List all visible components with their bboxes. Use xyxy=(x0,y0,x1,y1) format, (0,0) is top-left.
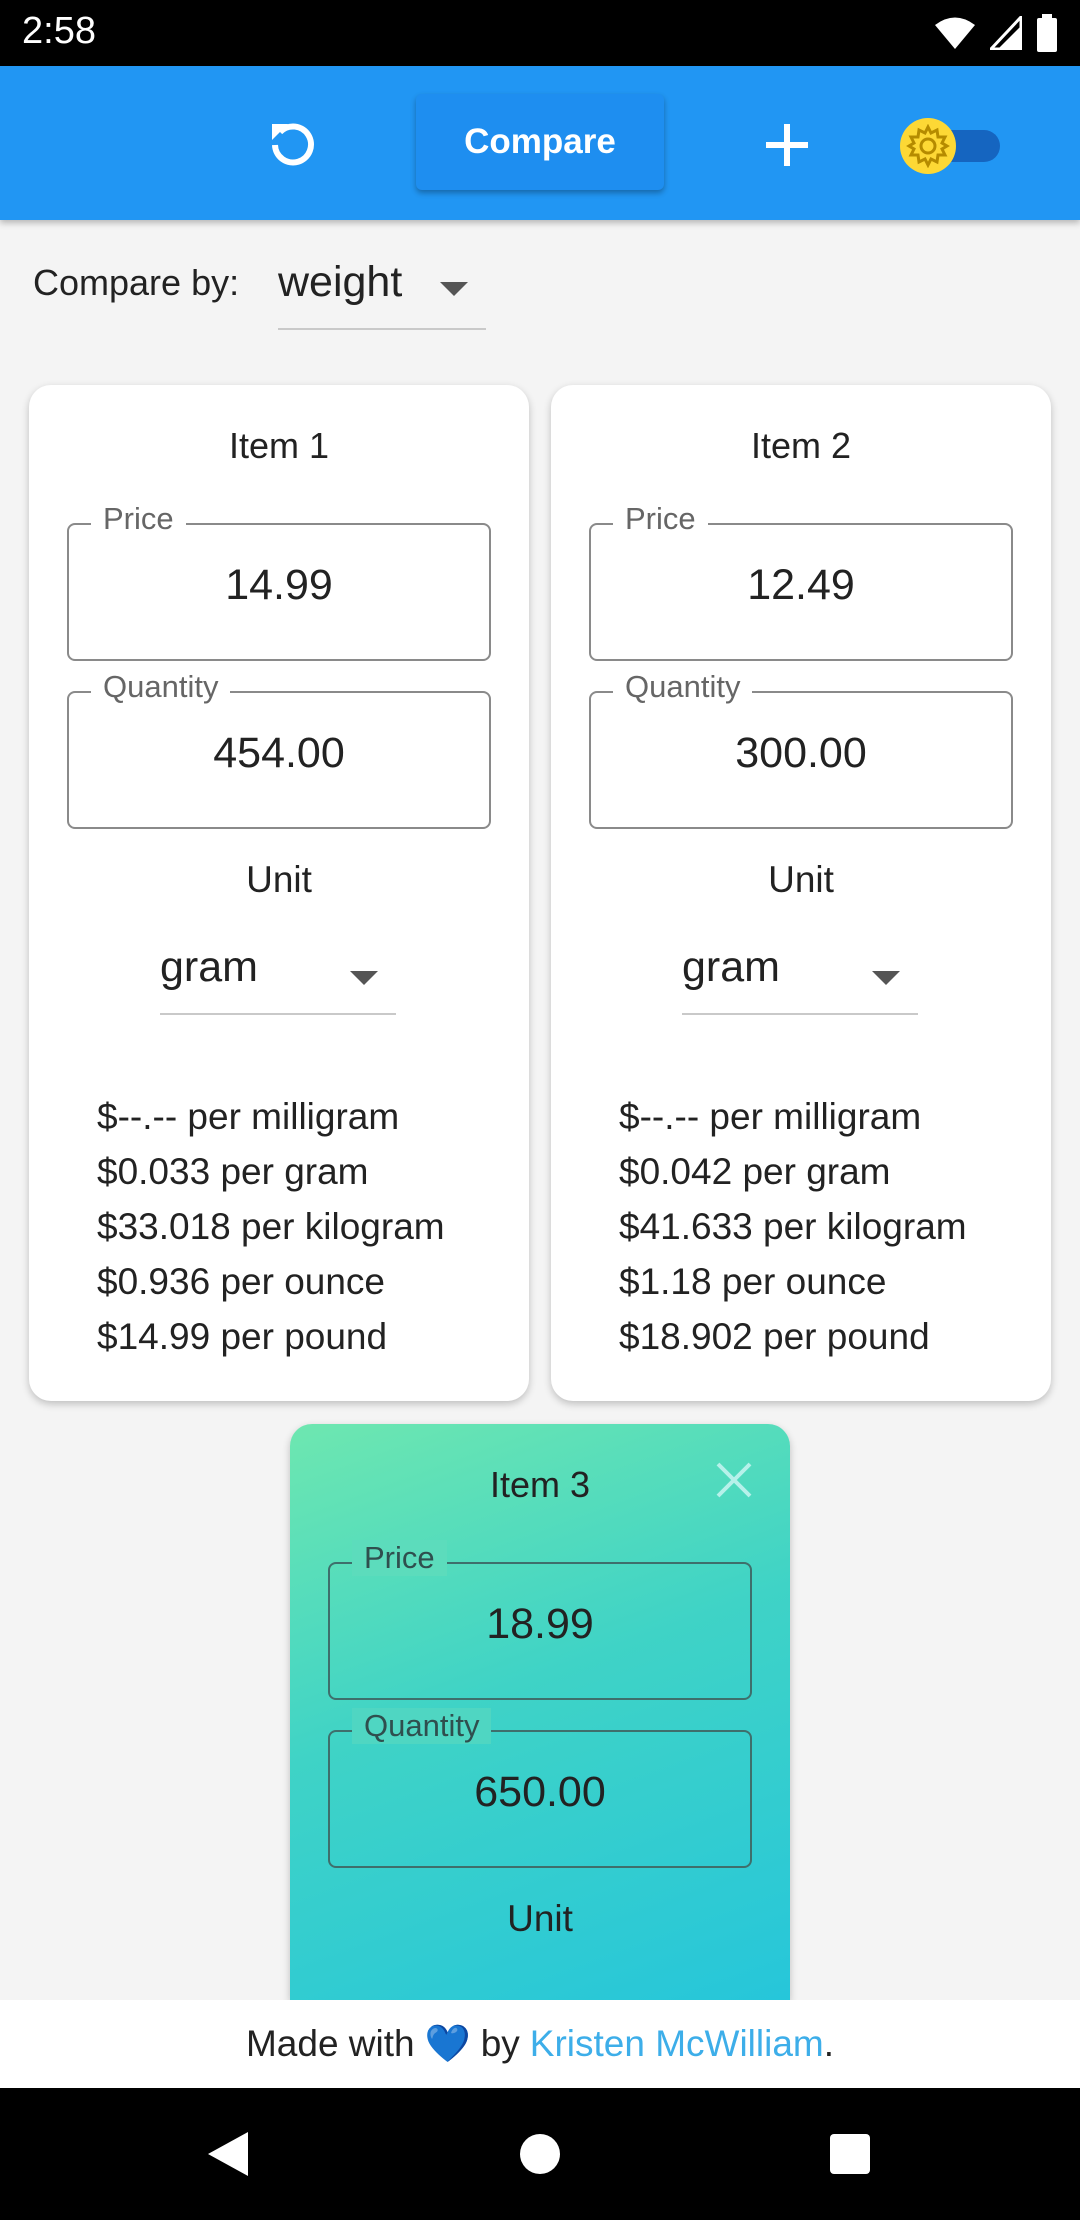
quantity-label: Quantity xyxy=(352,1708,492,1744)
add-item-button[interactable] xyxy=(752,110,822,180)
price-per-ounce: $1.18 per ounce xyxy=(619,1261,887,1302)
price-per-pound: $18.902 per pound xyxy=(619,1316,930,1357)
price-per-ounce: $0.936 per ounce xyxy=(97,1261,386,1302)
price-label: Price xyxy=(352,1540,447,1576)
price-per-kilogram: $41.633 per kilogram xyxy=(619,1206,967,1247)
quantity-label: Quantity xyxy=(91,669,231,705)
price-value: 18.99 xyxy=(486,1600,594,1648)
app-bar: Compare xyxy=(0,66,1080,220)
battery-icon xyxy=(1037,14,1057,52)
theme-toggle[interactable] xyxy=(900,118,1004,174)
price-label: Price xyxy=(613,501,708,537)
footer-prefix: Made with xyxy=(245,2023,415,2064)
quantity-label: Quantity xyxy=(613,669,753,705)
plus-icon xyxy=(766,124,808,166)
remove-item-button[interactable] xyxy=(710,1456,758,1504)
compare-button[interactable]: Compare xyxy=(416,94,664,190)
gear-icon xyxy=(906,124,950,168)
refresh-icon xyxy=(272,123,314,166)
price-breakdown: $--.-- per milligram $0.033 per gram $33… xyxy=(97,1089,445,1364)
status-time: 2:58 xyxy=(22,10,96,52)
quantity-value: 650.00 xyxy=(474,1768,606,1816)
unit-label: Unit xyxy=(246,859,312,900)
quantity-value: 454.00 xyxy=(213,729,345,777)
price-per-milligram: $--.-- per milligram xyxy=(619,1096,922,1137)
price-label: Price xyxy=(91,501,186,537)
unit-dropdown[interactable]: gram xyxy=(160,937,396,1015)
status-bar: 2:58 xyxy=(0,0,1080,66)
quantity-field[interactable]: Quantity 300.00 xyxy=(589,669,1013,829)
compare-by-value: weight xyxy=(278,258,403,306)
compare-by-label: Compare by: xyxy=(33,262,240,303)
chevron-down-icon xyxy=(350,971,378,985)
price-per-kilogram: $33.018 per kilogram xyxy=(97,1206,445,1247)
quantity-field[interactable]: Quantity 650.00 xyxy=(328,1708,752,1868)
unit-label: Unit xyxy=(768,859,834,900)
quantity-field[interactable]: Quantity 454.00 xyxy=(67,669,491,829)
chevron-down-icon xyxy=(440,282,468,296)
chevron-down-icon xyxy=(872,971,900,985)
item-card-1: Item 1 Price 14.99 Quantity 454.00 Unit … xyxy=(29,385,529,1401)
reset-button[interactable] xyxy=(262,114,324,176)
recents-icon[interactable] xyxy=(830,2134,870,2174)
back-icon[interactable] xyxy=(206,2132,250,2176)
heart-icon: 💙 xyxy=(424,2022,471,2064)
author-link[interactable]: Kristen McWilliam xyxy=(530,2023,824,2065)
item-title: Item 2 xyxy=(750,425,852,466)
footer-by: by xyxy=(480,2023,520,2064)
unit-label: Unit xyxy=(507,1898,573,1939)
item-card-3: Item 3 Price 18.99 Quantity 650.00 Unit xyxy=(290,1424,790,2000)
price-per-gram: $0.033 per gram xyxy=(97,1151,369,1192)
toggle-thumb xyxy=(900,118,956,174)
price-per-gram: $0.042 per gram xyxy=(619,1151,891,1192)
close-icon xyxy=(716,1462,752,1498)
price-breakdown: $--.-- per milligram $0.042 per gram $41… xyxy=(619,1089,967,1364)
price-field[interactable]: Price 14.99 xyxy=(67,501,491,661)
wifi-icon xyxy=(935,17,975,49)
price-field[interactable]: Price 12.49 xyxy=(589,501,1013,661)
status-icons xyxy=(934,12,1058,54)
price-per-pound: $14.99 per pound xyxy=(97,1316,388,1357)
price-value: 14.99 xyxy=(225,561,333,609)
price-value: 12.49 xyxy=(747,561,855,609)
unit-value: gram xyxy=(682,943,780,991)
quantity-value: 300.00 xyxy=(735,729,867,777)
cellular-signal-icon xyxy=(990,16,1022,50)
compare-by-dropdown[interactable]: weight xyxy=(278,252,486,330)
price-per-milligram: $--.-- per milligram xyxy=(97,1096,400,1137)
footer: Made with 💙 by Kristen McWilliam . xyxy=(0,2000,1080,2088)
system-nav-bar xyxy=(0,2088,1080,2220)
item-card-2: Item 2 Price 12.49 Quantity 300.00 Unit … xyxy=(551,385,1051,1401)
home-icon[interactable] xyxy=(520,2134,560,2174)
footer-suffix: . xyxy=(823,2023,835,2064)
unit-value: gram xyxy=(160,943,258,991)
unit-dropdown[interactable]: gram xyxy=(682,937,918,1015)
price-field[interactable]: Price 18.99 xyxy=(328,1540,752,1700)
item-title: Item 1 xyxy=(228,425,330,466)
